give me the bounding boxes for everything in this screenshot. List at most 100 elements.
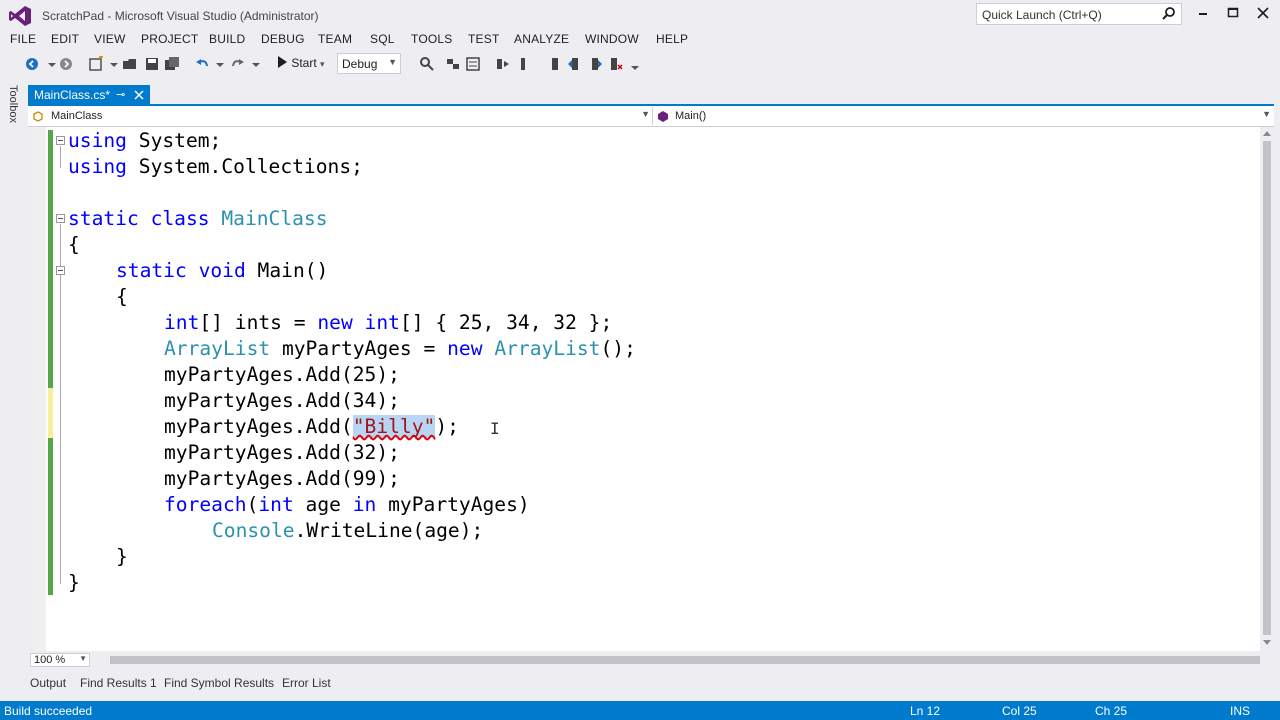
toolbox-label: Toolbox [6,85,19,123]
code-line-5: { [68,233,80,256]
code-line-11: myPartyAges.Add(34); [164,389,400,412]
outline-collapse-icon[interactable] [56,214,65,223]
save-all-icon[interactable] [164,56,180,72]
menu-window[interactable]: WINDOW [585,32,639,46]
find-in-files-icon[interactable] [419,56,435,72]
dropdown-arrow-icon[interactable] [212,56,228,72]
start-debugging-button[interactable]: Start ▾ [276,55,325,73]
selected-string-literal[interactable]: "Billy" [352,415,436,438]
tab-mainclass[interactable]: MainClass.cs* ⊸ [28,85,150,105]
navigate-forward-icon[interactable] [58,56,74,72]
play-icon [278,56,287,68]
chevron-down-icon: ▼ [641,109,650,119]
scroll-thumb[interactable] [1263,141,1271,635]
chevron-down-icon: ▼ [388,57,397,67]
insert-mode: INS [1230,704,1251,718]
previous-bookmark-icon[interactable] [567,56,583,72]
status-message: Build succeeded [4,704,93,718]
code-line-15: foreach(int age in myPartyAges) [164,493,530,516]
code-line-10: myPartyAges.Add(25); [164,363,400,386]
member-dropdown[interactable]: Main() ▼ [652,107,1273,125]
dropdown-arrow-icon[interactable] [248,56,264,72]
code-line-2: using System.Collections; [68,155,363,178]
menu-bar: FILE EDIT VIEW PROJECT BUILD DEBUG TEAM … [0,30,1280,50]
tool-window-tabs: Output Find Results 1 Find Symbol Result… [0,672,1280,700]
configuration-value: Debug [342,57,378,71]
tab-find-results[interactable]: Find Results 1 [80,676,157,690]
toolbar-overflow-icon[interactable] [627,56,643,72]
clear-bookmarks-icon[interactable] [607,56,623,72]
hscroll-thumb[interactable] [110,656,1260,664]
menu-help[interactable]: HELP [656,32,688,46]
menu-build[interactable]: BUILD [209,32,245,46]
menu-edit[interactable]: EDIT [51,32,79,46]
quick-launch-placeholder: Quick Launch (Ctrl+Q) [982,8,1102,22]
toolbox-strip[interactable]: Toolbox [6,82,24,132]
menu-test[interactable]: TEST [468,32,499,46]
save-icon[interactable] [144,56,160,72]
new-project-icon[interactable] [88,56,104,72]
code-line-6: static void Main() [116,259,329,282]
start-dropdown-icon[interactable]: ▾ [320,59,325,69]
outline-collapse-icon[interactable] [56,266,65,275]
debug-toolbar [415,50,665,78]
code-line-16: Console.WriteLine(age); [212,519,484,542]
tab-output[interactable]: Output [30,676,66,690]
next-bookmark-icon[interactable] [587,56,603,72]
type-dropdown[interactable]: MainClass ▼ [32,107,650,125]
outline-guide [60,146,61,168]
column-number: Col 25 [1002,704,1037,718]
quick-launch-input[interactable]: Quick Launch (Ctrl+Q) [976,3,1182,25]
undo-icon[interactable] [194,56,210,72]
indicator-margin[interactable] [32,127,46,651]
code-line-18: } [68,571,80,594]
menu-sql[interactable]: SQL [370,32,395,46]
open-file-icon[interactable] [122,56,138,72]
properties-icon[interactable] [465,56,481,72]
solution-explorer-icon[interactable] [445,56,461,72]
ibeam-cursor-icon: I [490,419,500,438]
code-line-14: myPartyAges.Add(99); [164,467,400,490]
outline-collapse-icon[interactable] [56,136,65,145]
close-icon[interactable] [1252,4,1274,22]
menu-debug[interactable]: DEBUG [261,32,305,46]
menu-project[interactable]: PROJECT [141,32,198,46]
unsaved-changes-bar [48,388,53,438]
vertical-scrollbar[interactable] [1260,127,1274,651]
navigation-bar: MainClass ▼ Main() ▼ [28,106,1274,127]
dropdown-arrow-icon[interactable] [106,56,122,72]
solution-configuration-select[interactable]: Debug ▼ [337,53,401,74]
pin-icon[interactable]: ⊸ [116,88,125,101]
saved-changes-bar [48,130,53,595]
minimize-icon[interactable] [1192,4,1214,22]
maximize-icon[interactable] [1222,4,1244,22]
step-over-icon[interactable] [495,56,511,72]
menu-analyze[interactable]: ANALYZE [514,32,569,46]
type-dropdown-value: MainClass [51,110,103,122]
navigate-back-icon[interactable] [24,56,40,72]
zoom-value: 100 % [34,654,66,666]
horizontal-scrollbar[interactable] [28,652,1274,669]
code-line-13: myPartyAges.Add(32); [164,441,400,464]
scroll-up-icon[interactable] [1262,129,1272,139]
code-line-17: } [116,545,128,568]
scroll-down-icon[interactable] [1262,637,1272,647]
tab-find-symbol-results[interactable]: Find Symbol Results [164,676,274,690]
character-number: Ch 25 [1095,704,1128,718]
zoom-level-select[interactable]: 100 % ▼ [30,653,90,667]
visual-studio-logo-icon [9,6,31,26]
class-icon [33,111,43,122]
search-icon[interactable] [1161,6,1177,22]
step-into-icon[interactable] [515,56,531,72]
tab-error-list[interactable]: Error List [282,676,331,690]
method-icon [658,111,668,122]
redo-icon[interactable] [230,56,246,72]
bookmark-icon[interactable] [547,56,563,72]
chevron-down-icon: ▼ [1262,109,1271,119]
code-line-7: { [116,285,128,308]
menu-tools[interactable]: TOOLS [411,32,452,46]
menu-file[interactable]: FILE [10,32,36,46]
menu-view[interactable]: VIEW [94,32,125,46]
menu-team[interactable]: TEAM [318,32,352,46]
close-tab-icon[interactable] [134,90,144,100]
